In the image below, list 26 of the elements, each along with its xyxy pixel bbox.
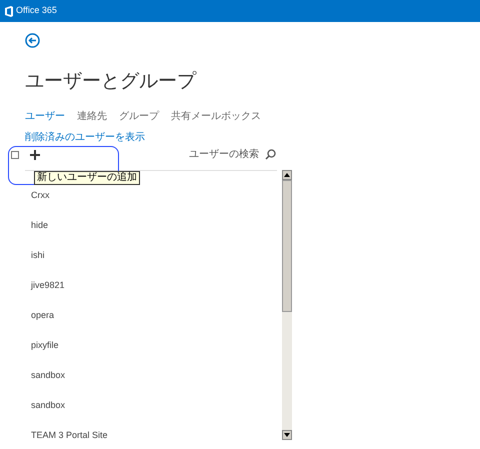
back-icon[interactable] [25, 33, 40, 48]
user-name[interactable]: jive9821 [31, 278, 108, 293]
user-name[interactable]: hide [31, 218, 108, 233]
user-name[interactable]: ishi [31, 248, 108, 263]
search-label: ユーザーの検索 [189, 150, 259, 160]
scroll-up-arrow-icon[interactable] [284, 173, 290, 177]
search-icon[interactable] [265, 149, 276, 160]
user-name[interactable]: sandbox [31, 368, 108, 383]
scroll-down-arrow-icon[interactable] [284, 433, 290, 437]
select-all-checkbox[interactable] [11, 150, 19, 158]
user-name[interactable]: opera [31, 308, 108, 323]
tooltip: 新しいユーザーの追加 [34, 171, 140, 185]
tab[interactable]: グループ [119, 108, 159, 124]
office-logo-icon [5, 6, 13, 16]
add-icon[interactable] [30, 150, 40, 160]
user-name[interactable]: TEAM 3 Portal Site [31, 428, 108, 443]
scrollbar[interactable] [282, 170, 292, 440]
tab[interactable]: ユーザー [25, 108, 65, 124]
page-title: ユーザーとグループ [25, 71, 196, 92]
tab[interactable]: 連絡先 [77, 108, 107, 124]
user-name[interactable]: sandbox [31, 398, 108, 413]
deleted-users-link[interactable]: 削除済みのユーザーを表示 [25, 132, 145, 142]
tab[interactable]: 共有メールボックス [171, 108, 261, 124]
user-name[interactable]: Crxx [31, 188, 108, 203]
user-name[interactable]: pixyfile [31, 338, 108, 353]
brand-name: Office 365 [16, 4, 57, 18]
